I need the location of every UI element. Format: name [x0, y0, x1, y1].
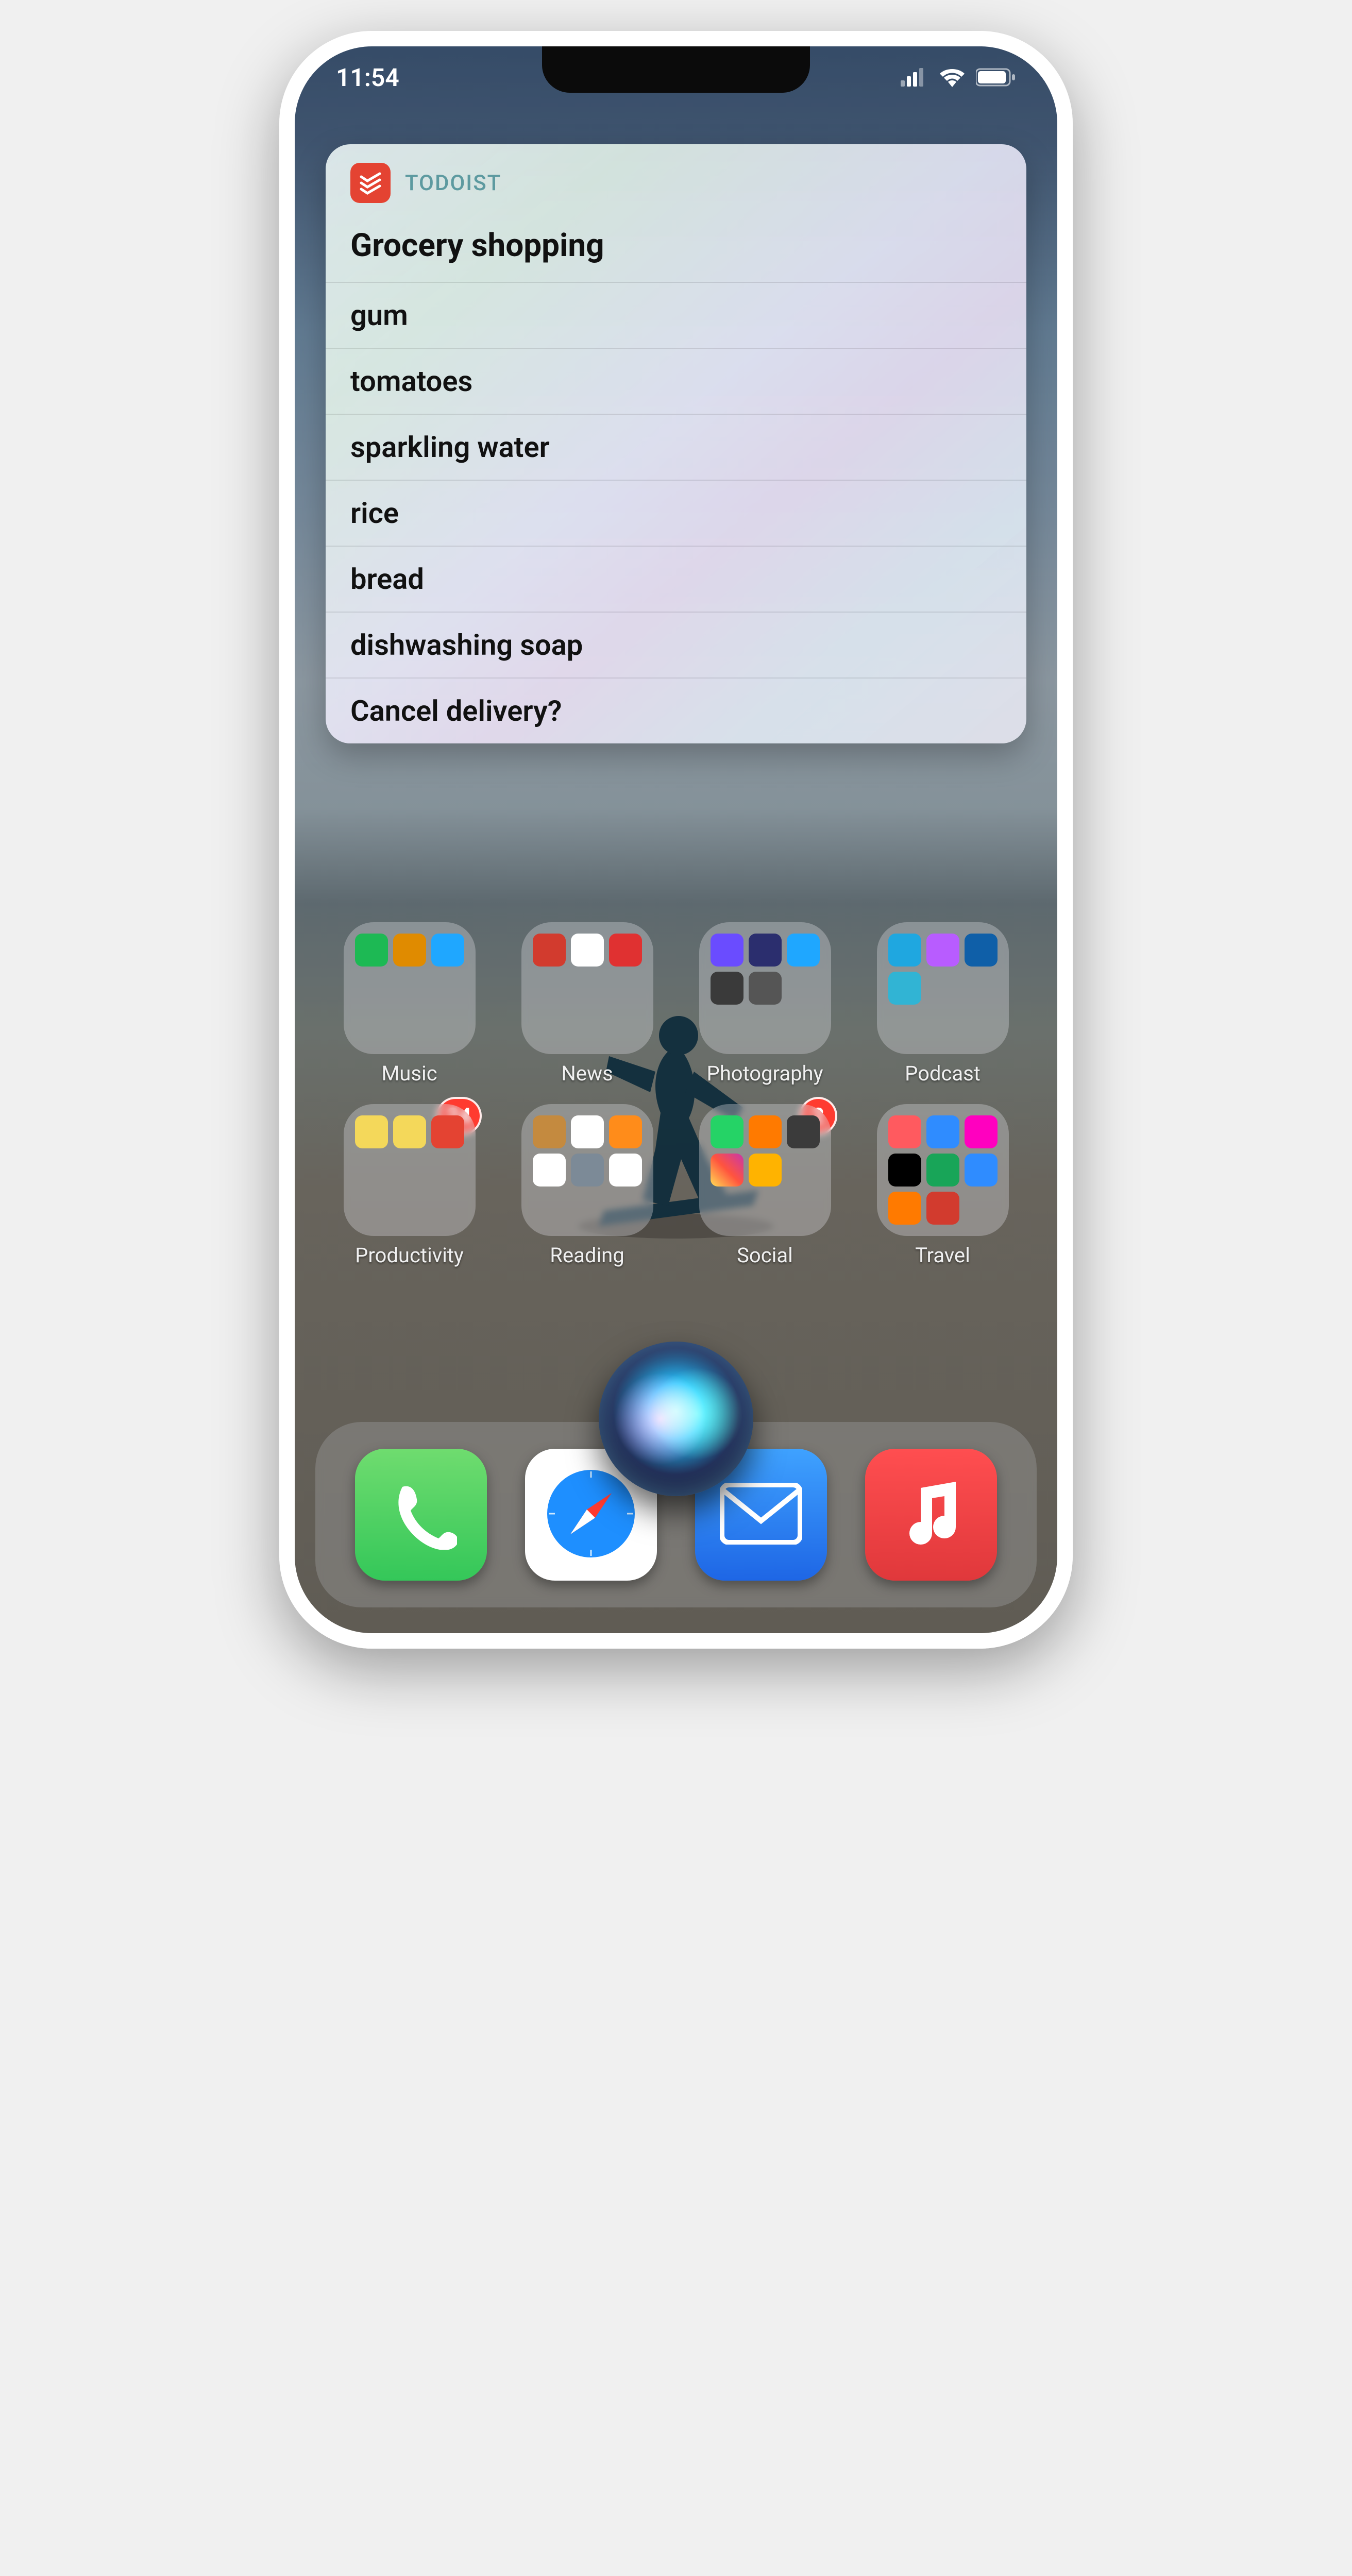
list-item[interactable]: sparkling water — [326, 414, 1026, 480]
device-notch — [542, 46, 810, 93]
folder-label: Social — [737, 1243, 793, 1267]
siri-result-card[interactable]: TODOIST Grocery shopping gum tomatoes sp… — [326, 144, 1026, 743]
phone-frame: 11:54 — [279, 31, 1073, 1649]
folder-label: Photography — [707, 1061, 823, 1086]
list-item[interactable]: rice — [326, 480, 1026, 546]
folder-label: Music — [381, 1061, 437, 1086]
home-app-grid: Music News Photography — [295, 922, 1057, 1267]
folder-news[interactable]: News — [509, 922, 666, 1086]
wifi-icon — [939, 67, 966, 87]
battery-icon — [976, 68, 1016, 87]
mail-icon — [720, 1483, 802, 1547]
folder-podcast[interactable]: Podcast — [864, 922, 1021, 1086]
list-item[interactable]: tomatoes — [326, 348, 1026, 414]
status-time: 11:54 — [336, 63, 399, 92]
siri-orb-icon[interactable] — [599, 1342, 753, 1496]
folder-photography[interactable]: Photography — [686, 922, 843, 1086]
card-app-name: TODOIST — [405, 171, 501, 196]
list-item[interactable]: bread — [326, 546, 1026, 612]
folder-social[interactable]: 2 Social — [686, 1104, 843, 1267]
card-list: gum tomatoes sparkling water rice bread … — [326, 282, 1026, 743]
folder-label: News — [561, 1061, 613, 1086]
phone-icon — [385, 1478, 457, 1552]
music-note-icon — [895, 1478, 967, 1552]
list-item[interactable]: Cancel delivery? — [326, 677, 1026, 743]
folder-travel[interactable]: Travel — [864, 1104, 1021, 1267]
card-header: TODOIST — [326, 144, 1026, 212]
folder-label: Podcast — [905, 1061, 981, 1086]
dock-app-phone[interactable] — [355, 1449, 487, 1581]
list-item[interactable]: gum — [326, 282, 1026, 348]
folder-productivity[interactable]: 24 Productivity — [331, 1104, 488, 1267]
dock-app-music[interactable] — [865, 1449, 997, 1581]
cellular-bars-icon — [901, 68, 928, 87]
folder-music[interactable]: Music — [331, 922, 488, 1086]
todoist-icon — [350, 163, 391, 203]
card-title: Grocery shopping — [326, 212, 1026, 282]
folder-label: Productivity — [355, 1243, 464, 1267]
folder-label: Reading — [550, 1243, 624, 1267]
list-item[interactable]: dishwashing soap — [326, 612, 1026, 677]
folder-label: Travel — [915, 1243, 970, 1267]
folder-reading[interactable]: Reading — [509, 1104, 666, 1267]
